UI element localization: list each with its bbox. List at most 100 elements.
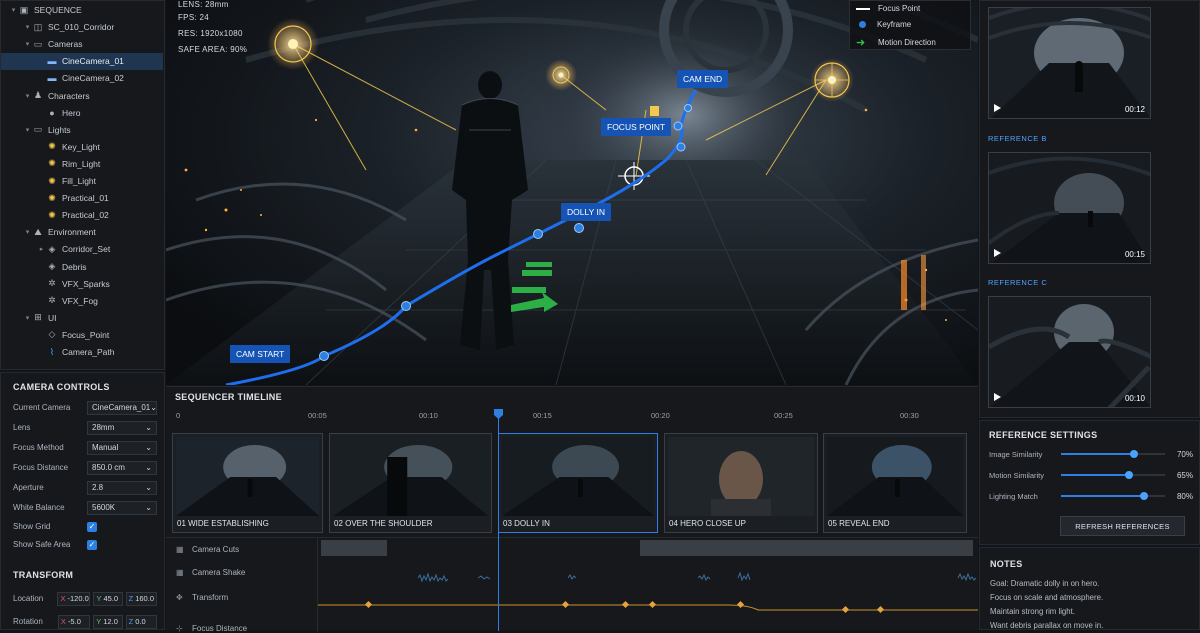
playhead-line[interactable]	[498, 409, 499, 631]
rotation-y-field[interactable]: Y 12.0	[93, 614, 123, 629]
focus-point-label[interactable]: FOCUS POINT	[601, 118, 672, 136]
ruler-tick-label: 00:15	[533, 411, 552, 420]
reference-c-thumbnail[interactable]: 00:10	[988, 296, 1151, 408]
show-safe-area-checkbox[interactable]: ✓	[87, 539, 97, 550]
outliner-item[interactable]: ✺ Fill_Light	[1, 173, 163, 190]
outliner-item[interactable]: ▬ CineCamera_01	[1, 52, 163, 70]
slider-knob[interactable]	[1140, 492, 1149, 500]
similarity-slider[interactable]	[1061, 471, 1165, 479]
track-curves	[318, 571, 978, 614]
outliner-item[interactable]: ▾ ♟ Characters	[1, 87, 163, 104]
track-camera-cuts[interactable]: ▦ Camera Cuts	[176, 545, 239, 554]
dolly-in-label[interactable]: DOLLY IN	[561, 203, 611, 221]
outliner-item[interactable]: ▸ ◈ Corridor_Set	[1, 241, 163, 258]
shot-clip[interactable]: 05 REVEAL END	[823, 433, 967, 533]
note-line[interactable]: Goal: Dramatic dolly in on hero.	[990, 579, 1099, 588]
focus-method-select[interactable]: Manual ⌄	[87, 440, 157, 455]
expand-toggle-icon[interactable]: ▾	[9, 6, 18, 14]
expand-toggle-icon[interactable]: ▾	[23, 126, 32, 134]
timeline-title: SEQUENCER TIMELINE	[175, 392, 282, 402]
outliner-item[interactable]: ◈ Debris	[1, 258, 163, 275]
outliner-item[interactable]: ▾ ▣ SEQUENCE	[1, 2, 163, 19]
outliner-item[interactable]: ▾ ▭ Cameras	[1, 36, 163, 53]
outliner-item-label: Practical_02	[62, 210, 109, 221]
rotation-z-value: 0.0	[135, 617, 146, 626]
aperture-label: Aperture	[13, 483, 44, 492]
shot-clip[interactable]: 03 DOLLY IN	[498, 433, 658, 533]
track-transform[interactable]: ✥ Transform	[176, 593, 228, 602]
focus-method-label: Focus Method	[13, 443, 64, 452]
slider-knob[interactable]	[1129, 450, 1138, 458]
expand-toggle-icon[interactable]: ▸	[37, 245, 46, 253]
white-balance-select[interactable]: 5600K ⌄	[87, 500, 157, 515]
chevron-down-icon: ⌄	[145, 463, 152, 472]
play-icon[interactable]	[994, 249, 1001, 257]
outliner-item[interactable]: ✺ Practical_02	[1, 207, 163, 224]
similarity-slider[interactable]	[1061, 450, 1165, 458]
lens-value: 28mm	[92, 423, 115, 432]
track-focus-distance[interactable]: ⊹ Focus Distance	[176, 624, 247, 633]
vfx-icon: ✲	[48, 295, 56, 306]
scene-viewport[interactable]: LENS: 28mm FPS: 24 RES: 1920x1080 SAFE A…	[166, 0, 978, 385]
show-safe-area-label: Show Safe Area	[13, 540, 71, 549]
playhead-handle[interactable]	[494, 409, 503, 419]
focus-icon: ⊹	[176, 624, 183, 633]
note-line[interactable]: Maintain strong rim light.	[990, 607, 1075, 616]
focus-method-row: Focus Method Manual ⌄	[13, 440, 157, 455]
aperture-value: 2.8	[92, 483, 104, 492]
location-x-value: -120.0	[67, 594, 89, 603]
outliner-item[interactable]: ⌇ Camera_Path	[1, 344, 163, 361]
outliner-item[interactable]: ● Hero	[1, 104, 163, 121]
focus-distance-label: Focus Distance	[13, 463, 69, 472]
rotation-z-field[interactable]: Z 0.0	[125, 614, 157, 629]
focus-distance-field[interactable]: 850.0 cm ⌄	[87, 460, 157, 475]
outliner-item[interactable]: ✲ VFX_Fog	[1, 292, 163, 309]
outliner-item[interactable]: ▾ ⊞ UI	[1, 309, 163, 326]
refresh-references-button[interactable]: REFRESH REFERENCES	[1060, 516, 1185, 536]
similarity-slider[interactable]	[1061, 492, 1165, 500]
outliner-item[interactable]: ✺ Practical_01	[1, 190, 163, 207]
expand-toggle-icon[interactable]: ▾	[23, 228, 32, 236]
note-line[interactable]: Focus on scale and atmosphere.	[990, 593, 1103, 602]
current-camera-select[interactable]: CineCamera_01 ⌄	[87, 400, 157, 415]
aperture-select[interactable]: 2.8 ⌄	[87, 480, 157, 495]
shot-clip[interactable]: 04 HERO CLOSE UP	[664, 433, 818, 533]
slider-knob[interactable]	[1124, 471, 1133, 479]
shot-clip[interactable]: 02 OVER THE SHOULDER	[329, 433, 492, 533]
white-balance-row: White Balance 5600K ⌄	[13, 500, 157, 515]
shot-clip[interactable]: 01 WIDE ESTABLISHING	[172, 433, 323, 533]
expand-toggle-icon[interactable]: ▾	[23, 40, 32, 48]
shot-thumbnail	[827, 437, 963, 516]
play-icon[interactable]	[994, 393, 1001, 401]
reference-b-thumbnail[interactable]: 00:15	[988, 152, 1151, 264]
outliner-item[interactable]: ✺ Key_Light	[1, 138, 163, 155]
expand-toggle-icon[interactable]: ▾	[23, 23, 32, 31]
outliner-item[interactable]: ▾ ⛰ Environment	[1, 224, 163, 241]
outliner-item[interactable]: ▾ ◫ SC_010_Corridor	[1, 19, 163, 36]
light-icon: ✺	[48, 158, 56, 169]
expand-toggle-icon[interactable]: ▾	[23, 92, 32, 100]
show-grid-checkbox[interactable]: ✓	[87, 521, 97, 532]
expand-toggle-icon[interactable]: ▾	[23, 314, 32, 322]
outliner-item-label: Debris	[62, 261, 87, 272]
rotation-x-field[interactable]: X -5.0	[57, 614, 91, 629]
note-line[interactable]: Want debris parallax on move in.	[990, 621, 1103, 630]
cam-end-label[interactable]: CAM END	[677, 70, 729, 88]
play-icon[interactable]	[994, 104, 1001, 112]
location-x-field[interactable]: X -120.0	[57, 591, 91, 606]
outliner-item-label: Fill_Light	[62, 176, 97, 186]
slider-value: 70%	[1176, 449, 1193, 459]
cam-start-label[interactable]: CAM START	[230, 345, 291, 363]
location-y-field[interactable]: Y 45.0	[93, 591, 123, 606]
outliner-panel: ▾ ▣ SEQUENCE ▾ ◫ SC_010_Corridor ▾ ▭ Cameras ▬ Cin…	[0, 0, 165, 370]
references-panel: 00:12 REFERENCE B 00:15 REFERENCE C 00:1…	[979, 0, 1200, 418]
reference-a-thumbnail[interactable]: 00:12	[988, 7, 1151, 119]
outliner-item[interactable]: ▬ CineCamera_02	[1, 70, 163, 87]
track-camera-shake[interactable]: ▦ Camera Shake	[176, 568, 245, 577]
outliner-item[interactable]: ✺ Rim_Light	[1, 155, 163, 172]
lens-select[interactable]: 28mm ⌄	[87, 420, 157, 435]
outliner-item[interactable]: ▾ ▭ Lights	[1, 121, 163, 138]
outliner-item[interactable]: ◇ Focus_Point	[1, 326, 163, 343]
location-z-field[interactable]: Z 160.0	[125, 591, 157, 606]
outliner-item[interactable]: ✲ VFX_Sparks	[1, 275, 163, 292]
